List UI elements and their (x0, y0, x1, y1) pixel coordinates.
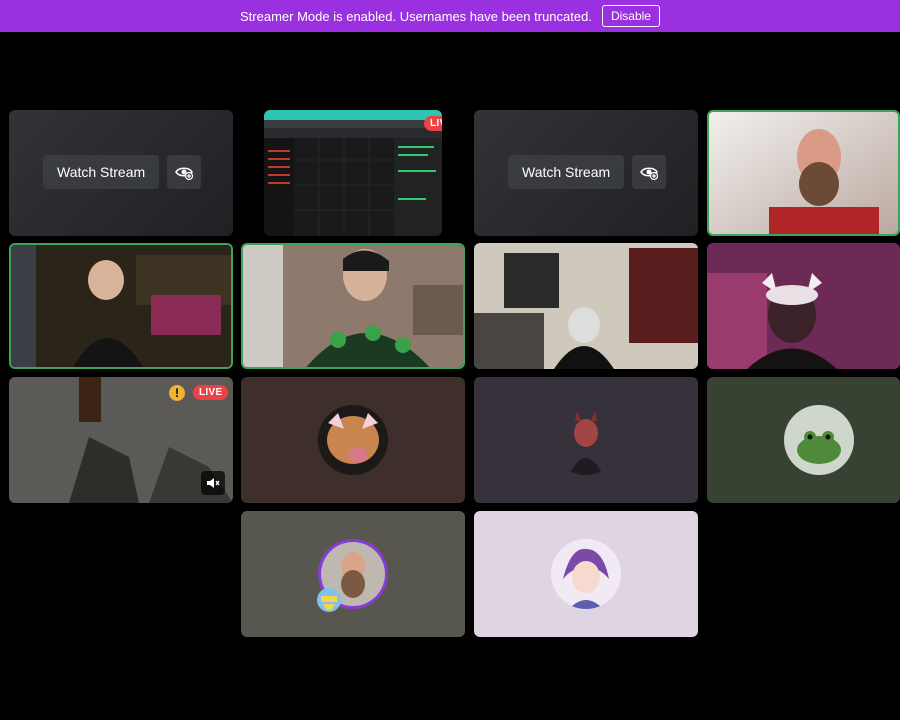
warning-icon: ! (169, 385, 185, 401)
camera-tile-green-sweater[interactable] (241, 243, 465, 369)
stream-tile-1[interactable]: Watch Stream (9, 110, 233, 236)
camera-feed (243, 245, 463, 367)
camera-feed (474, 243, 698, 369)
frog-avatar-icon (784, 405, 854, 475)
volume-muted-icon[interactable] (201, 471, 225, 495)
dog-avatar-icon (318, 405, 388, 475)
user-avatar (551, 539, 621, 609)
avatar-tile-dog[interactable] (241, 377, 465, 503)
avatar-tile-anime[interactable] (474, 511, 698, 637)
speaker-muted-icon (207, 478, 220, 488)
user-avatar (784, 405, 854, 475)
user-avatar (318, 405, 388, 475)
live-badge: LIVE (193, 385, 229, 400)
camera-tile-bedroom[interactable] (9, 243, 233, 369)
watch-stream-button[interactable]: Watch Stream (43, 155, 160, 189)
stream-tile-game[interactable]: ! LIVE (9, 377, 233, 503)
user-avatar (551, 405, 621, 475)
stream-tile-2[interactable]: Watch Stream (474, 110, 698, 236)
add-stream-button[interactable] (632, 155, 667, 189)
disable-streamer-mode-button[interactable]: Disable (601, 5, 660, 27)
avatar-tile-demon[interactable] (474, 377, 698, 503)
watch-stream-button[interactable]: Watch Stream (508, 155, 625, 189)
anime-avatar-icon (551, 539, 621, 609)
camera-tile-cat-ears[interactable] (707, 243, 900, 369)
add-stream-button[interactable] (167, 155, 202, 189)
camera-feed (11, 245, 231, 367)
avatar-decoration-icon (317, 588, 341, 612)
avatar-tile-bearded[interactable] (241, 511, 465, 637)
streamer-mode-banner: Streamer Mode is enabled. Usernames have… (0, 0, 900, 32)
camera-tile-poster-room[interactable] (474, 243, 698, 369)
watch-stream-controls: Watch Stream (43, 155, 202, 189)
screen-share-tile[interactable]: LIVE (264, 110, 442, 236)
eye-plus-icon (175, 167, 194, 181)
streamer-mode-message: Streamer Mode is enabled. Usernames have… (240, 8, 592, 24)
demon-avatar-icon (551, 405, 621, 475)
camera-feed (709, 112, 898, 234)
screen-share-preview (264, 110, 442, 236)
live-badge: LIVE (424, 116, 442, 131)
eye-plus-icon (640, 167, 659, 181)
avatar-tile-frog[interactable] (707, 377, 900, 503)
camera-tile-bearded-man[interactable] (707, 110, 900, 236)
watch-stream-controls: Watch Stream (508, 155, 667, 189)
camera-feed (707, 243, 900, 369)
